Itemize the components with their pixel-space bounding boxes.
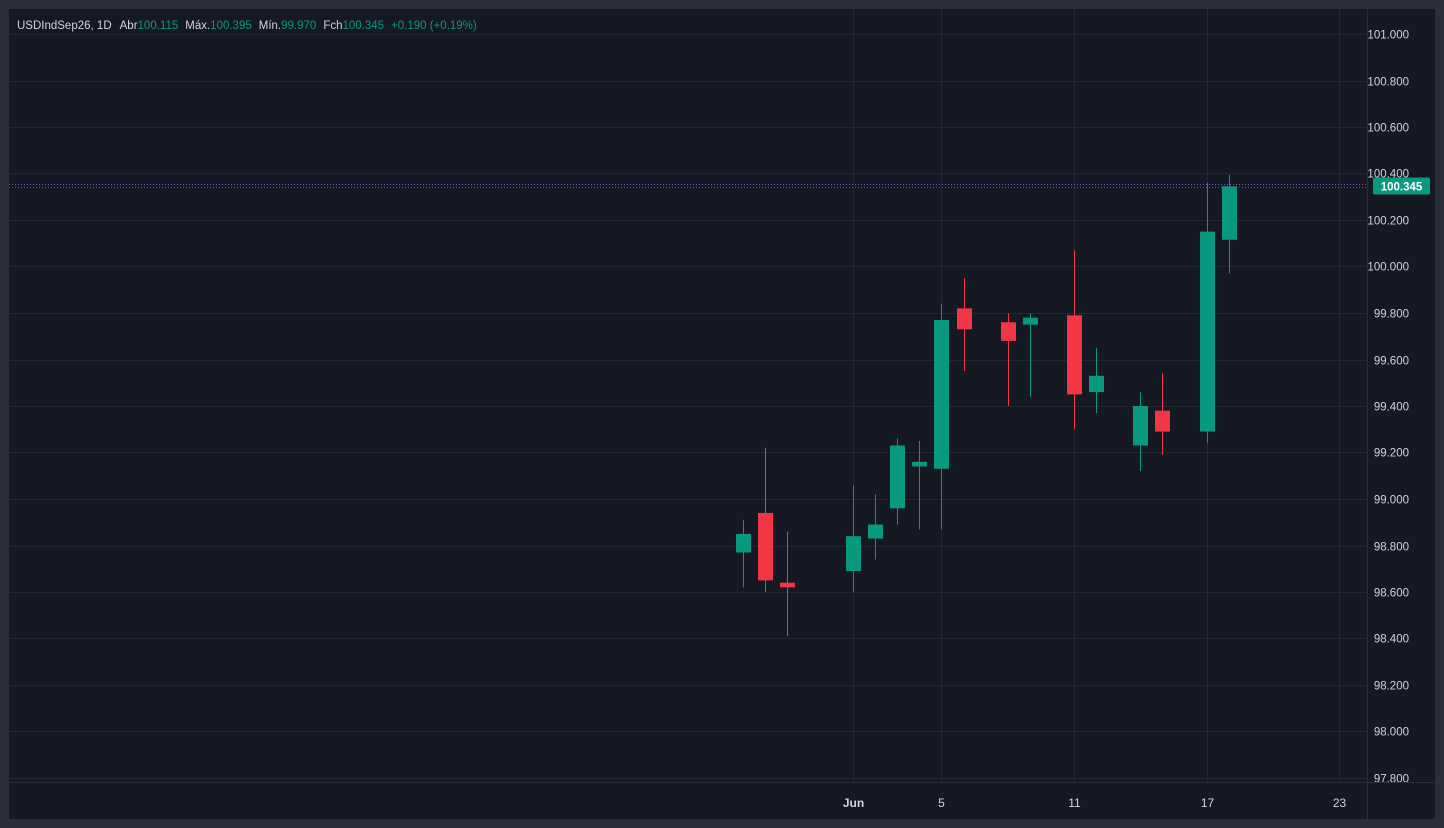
y-tick-label: 100.200 [1367, 216, 1409, 228]
y-tick-label: 100.800 [1367, 77, 1409, 89]
candle-body[interactable] [1001, 322, 1016, 341]
y-tick-label: 97.800 [1374, 774, 1409, 786]
candle-body[interactable] [1067, 315, 1082, 395]
change-value: +0.190 (+0.19%) [391, 20, 477, 32]
candle-body[interactable] [758, 512, 773, 581]
y-tick-label: 98.600 [1374, 588, 1409, 600]
y-tick-label: 99.800 [1374, 309, 1409, 321]
y-tick-label: 100.600 [1367, 123, 1409, 135]
y-tick-label: 98.200 [1374, 681, 1409, 693]
candle-body[interactable] [1133, 406, 1148, 446]
y-tick-label: 98.400 [1374, 634, 1409, 646]
y-tick-label: 99.000 [1374, 495, 1409, 507]
y-tick-label: 98.800 [1374, 542, 1409, 554]
candle-body[interactable] [1023, 317, 1038, 325]
close-value: 100.345 [342, 20, 385, 32]
y-tick-label: 100.000 [1367, 262, 1409, 274]
y-tick-label: 99.600 [1374, 356, 1409, 368]
candle-body[interactable] [890, 445, 905, 509]
interval-label: 1D [96, 20, 112, 32]
x-tick-label: Jun [843, 796, 864, 810]
open-value: 100.115 [137, 20, 179, 32]
candle-body[interactable] [846, 536, 861, 572]
last-price-label: 100.345 [1381, 182, 1423, 194]
y-tick-label: 101.000 [1367, 30, 1409, 42]
candlestick-chart[interactable]: 101.000100.800100.600100.400100.200100.0… [9, 9, 1435, 819]
low-label: Mín. [258, 20, 282, 32]
x-tick-label: 11 [1068, 796, 1081, 810]
candle-body[interactable] [1155, 410, 1170, 432]
ohlc-legend: USDIndSep26, 1D Abr 100.115 Máx. 100.395 M… [17, 18, 484, 34]
close-label: Fch [323, 20, 343, 32]
y-tick-label: 98.000 [1374, 727, 1409, 739]
x-tick-label: 17 [1201, 796, 1215, 810]
candle-body[interactable] [1200, 231, 1215, 432]
candle-body[interactable] [736, 533, 751, 553]
candle-body[interactable] [1222, 186, 1237, 240]
high-label: Máx. [185, 20, 211, 32]
low-value: 99.970 [281, 20, 317, 32]
candle-body[interactable] [780, 582, 795, 588]
x-tick-label: 5 [938, 796, 945, 810]
y-tick-label: 99.200 [1374, 448, 1409, 460]
candle-body[interactable] [912, 461, 927, 467]
y-tick-label: 99.400 [1374, 402, 1409, 414]
symbol-interval[interactable]: USDIndSep26, 1D [17, 18, 112, 34]
x-tick-label: 23 [1333, 796, 1347, 810]
open-label: Abr [119, 20, 138, 32]
candle-body[interactable] [957, 308, 972, 330]
high-value: 100.395 [210, 20, 252, 32]
chart-frame[interactable]: 101.000 100.800 100.600 100.400 100.200 100.0… [9, 9, 1435, 819]
candle-body[interactable] [868, 524, 883, 539]
symbol-name: USDIndSep26 [17, 20, 91, 32]
candle-body[interactable] [934, 319, 949, 469]
candle-body[interactable] [1089, 375, 1104, 393]
